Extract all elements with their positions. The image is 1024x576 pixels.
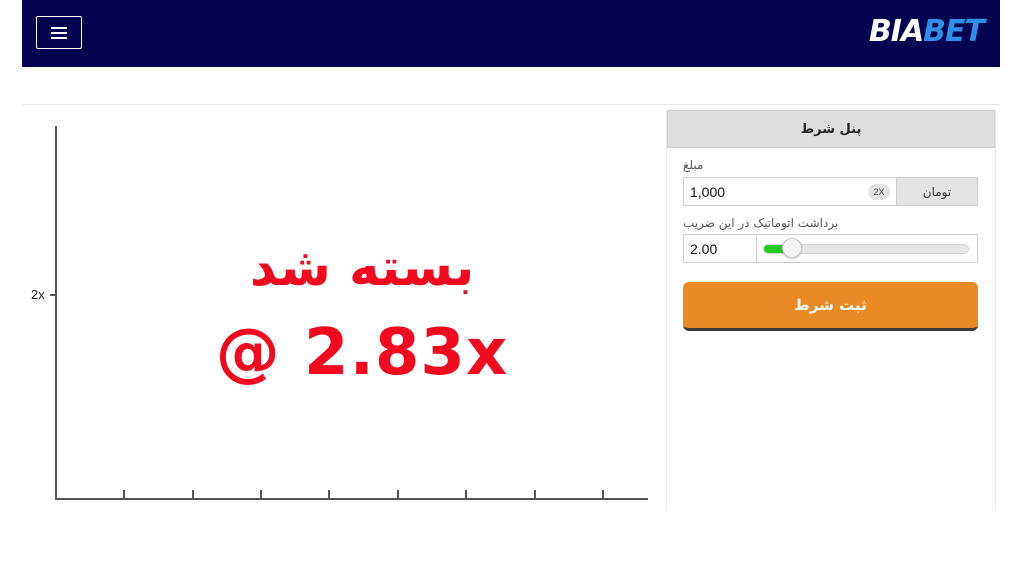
y-axis (55, 126, 57, 499)
double-amount-button[interactable]: 2X (868, 184, 890, 200)
x-axis-tick (465, 490, 467, 499)
bet-panel: پنل شرط مبلغ 1,000 2X تومان برداشت اتوما… (666, 110, 996, 510)
amount-label: مبلغ (683, 158, 704, 172)
y-axis-tick (50, 294, 56, 296)
x-axis-tick (328, 490, 330, 499)
x-axis-tick (260, 490, 262, 499)
amount-field-group: 1,000 2X تومان (683, 177, 978, 206)
auto-cashout-field-group: 2.00 (683, 234, 978, 263)
x-axis-tick (123, 490, 125, 499)
auto-cashout-input[interactable]: 2.00 (684, 235, 757, 262)
logo-part-2: BET (923, 14, 985, 49)
amount-value: 1,000 (690, 183, 726, 200)
top-header: BIABET (22, 0, 1000, 67)
divider (22, 104, 1000, 105)
x-axis-tick (534, 490, 536, 499)
currency-label: تومان (896, 178, 977, 205)
x-axis (55, 498, 648, 500)
crash-multiplier-text: @ 2.83x (215, 316, 509, 390)
x-axis-tick (397, 490, 399, 499)
bet-panel-title: پنل شرط (667, 110, 995, 148)
auto-cashout-slider[interactable] (763, 237, 969, 258)
menu-button[interactable] (36, 16, 82, 49)
logo-part-1: BIA (868, 14, 924, 49)
auto-cashout-label: برداشت اتوماتیک در این ضریب (683, 216, 839, 230)
crash-status-text: بسته شد (249, 238, 475, 298)
slider-handle[interactable] (782, 237, 802, 258)
brand-logo[interactable]: BIABET (868, 14, 985, 49)
y-axis-tick-label: 2x (31, 287, 45, 302)
hamburger-icon (51, 26, 67, 39)
x-axis-tick (602, 490, 604, 499)
place-bet-button[interactable]: ثبت شرط (683, 282, 978, 331)
x-axis-tick (192, 490, 194, 499)
amount-input[interactable]: 1,000 2X (684, 178, 896, 205)
crash-graph: 2x بسته شد @ 2.83x (22, 108, 662, 518)
